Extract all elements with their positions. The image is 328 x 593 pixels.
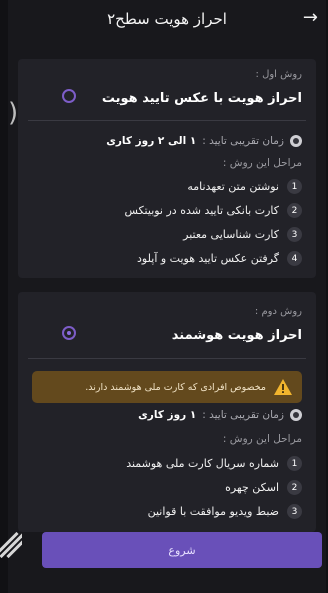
back-arrow-icon[interactable]: →	[300, 9, 318, 27]
clock-icon	[290, 409, 302, 421]
time-value: ۱ الی ۲ روز کاری	[106, 135, 197, 147]
time-value: ۱ روز کاری	[138, 409, 197, 421]
steps-label: مراحل این روش :	[222, 433, 302, 445]
page-title: احراز هویت سطح۲	[107, 10, 227, 28]
step-item: 1 نوشتن متن تعهدنامه	[187, 179, 302, 194]
method-label: روش اول :	[255, 69, 302, 80]
step-item: 2 کارت بانکی تایید شده در نوبیتکس	[124, 203, 302, 218]
step-text: گرفتن عکس تایید هویت و آپلود	[137, 252, 279, 265]
warning-banner: مخصوص افرادی که کارت ملی هوشمند دارند.	[32, 371, 302, 403]
step-item: 1 شماره سریال کارت ملی هوشمند	[126, 456, 302, 471]
divider	[28, 358, 306, 359]
step-text: ضبط ویدیو موافقت با قوانین	[147, 505, 279, 518]
clock-icon	[290, 135, 302, 147]
method-label: روش دوم :	[254, 306, 302, 317]
step-text: کارت شناسایی معتبر	[183, 228, 279, 241]
step-item: 4 گرفتن عکس تایید هویت و آپلود	[137, 251, 302, 266]
time-label: زمان تقریبی تایید :	[202, 135, 284, 147]
method-card-smart[interactable]: روش دوم : احراز هویت هوشمند مخصوص افرادی…	[18, 292, 316, 532]
step-item: 3 کارت شناسایی معتبر	[183, 227, 302, 242]
steps-label: مراحل این روش :	[222, 157, 302, 169]
step-text: کارت بانکی تایید شده در نوبیتکس	[124, 204, 279, 217]
time-label: زمان تقریبی تایید :	[202, 409, 284, 421]
step-number: 4	[287, 251, 302, 266]
divider	[28, 120, 306, 121]
method-title: احراز هویت با عکس تایید هویت	[101, 91, 302, 106]
header: احراز هویت سطح۲ →	[8, 0, 326, 38]
step-text: اسکن چهره	[225, 481, 279, 494]
step-number: 2	[287, 203, 302, 218]
step-number: 3	[287, 227, 302, 242]
decorative-stripes	[0, 532, 22, 562]
warning-icon	[274, 379, 292, 395]
step-number: 2	[287, 480, 302, 495]
step-text: شماره سریال کارت ملی هوشمند	[126, 457, 279, 470]
step-number: 1	[287, 456, 302, 471]
step-item: 3 ضبط ویدیو موافقت با قوانین	[148, 504, 302, 519]
method-card-photo[interactable]: روش اول : احراز هویت با عکس تایید هویت ز…	[18, 59, 316, 278]
radio-method-photo[interactable]	[62, 89, 76, 103]
step-number: 3	[287, 504, 302, 519]
radio-method-smart[interactable]	[62, 326, 76, 340]
start-button[interactable]: شروع	[42, 532, 322, 568]
app-frame: احراز هویت سطح۲ → ) روش اول : احراز هویت…	[8, 0, 326, 593]
method-title: احراز هویت هوشمند	[171, 328, 302, 343]
approval-time: زمان تقریبی تایید : ۱ الی ۲ روز کاری	[106, 135, 302, 147]
step-item: 2 اسکن چهره	[225, 480, 302, 495]
warning-text: مخصوص افرادی که کارت ملی هوشمند دارند.	[85, 381, 266, 393]
step-number: 1	[287, 179, 302, 194]
step-text: نوشتن متن تعهدنامه	[187, 180, 279, 193]
approval-time: زمان تقریبی تایید : ۱ روز کاری	[138, 409, 302, 421]
